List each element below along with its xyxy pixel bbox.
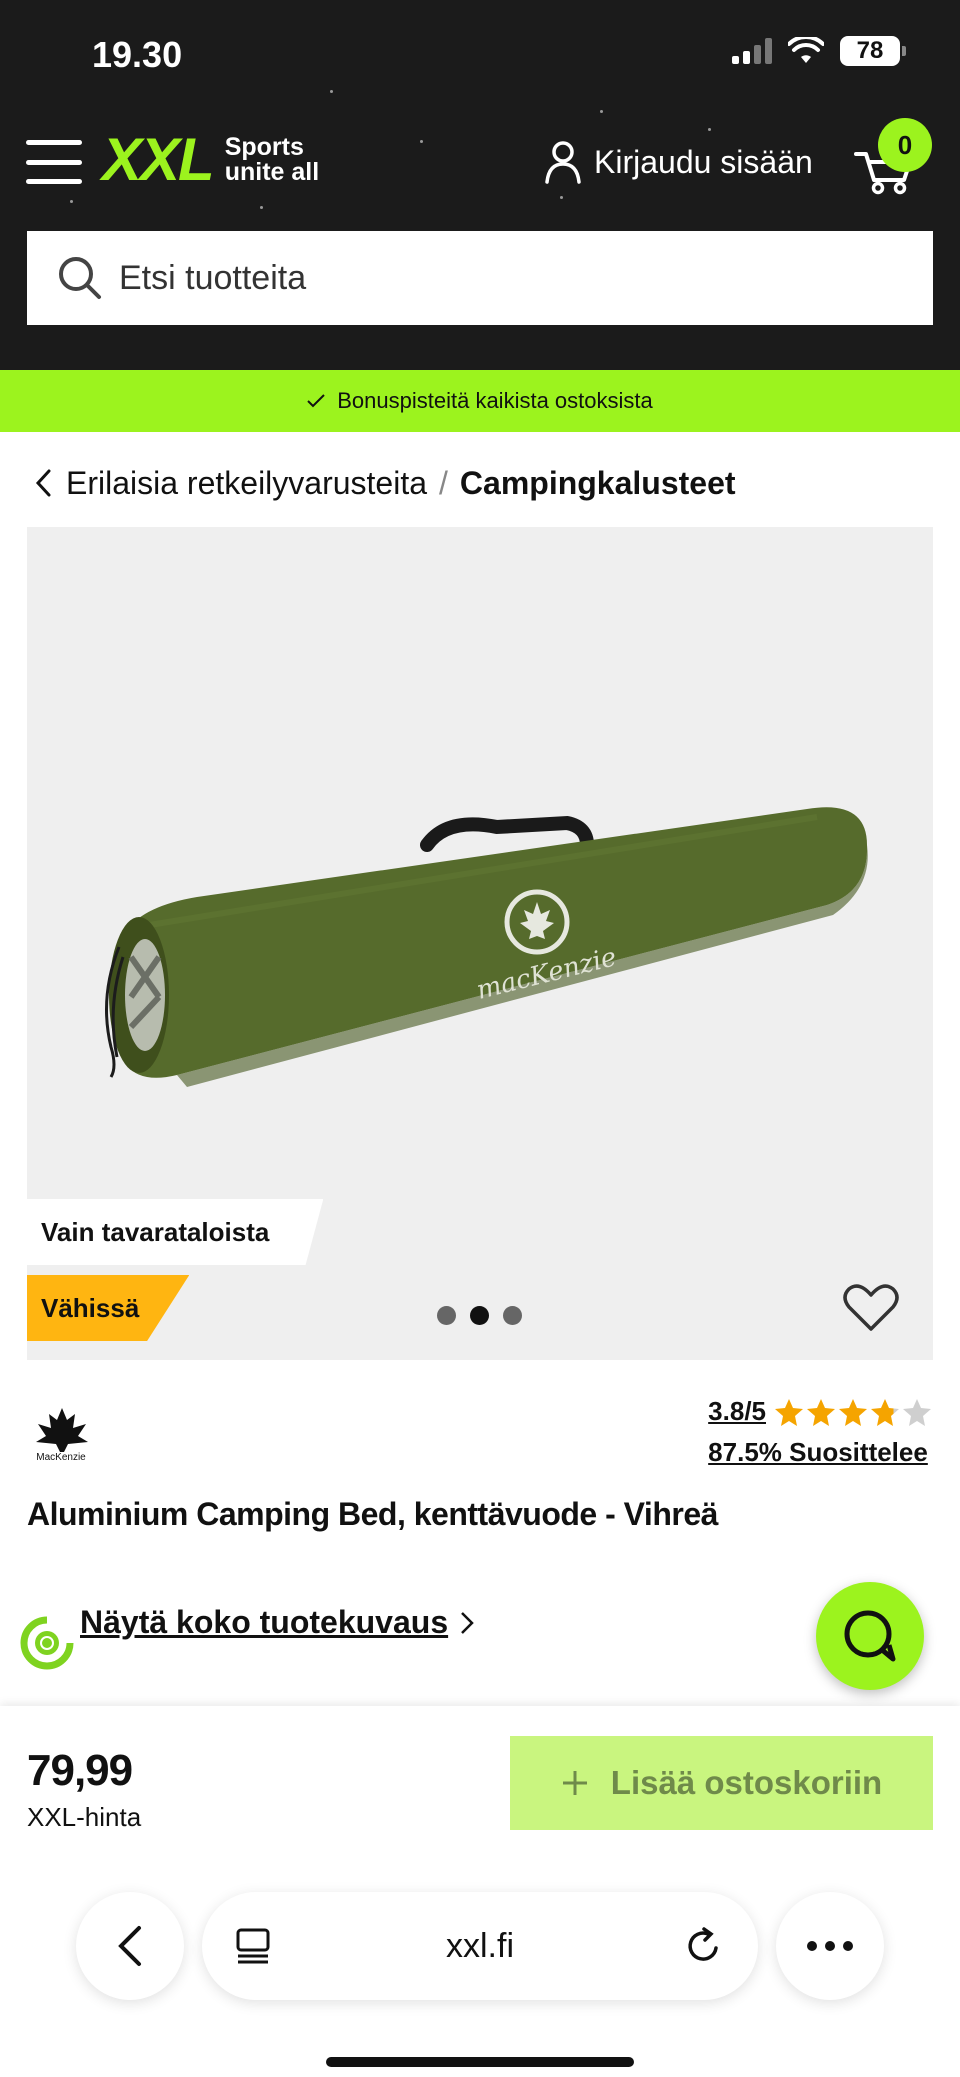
browser-back-button[interactable] — [76, 1892, 184, 2000]
logo-wordmark: XXL — [102, 126, 215, 193]
menu-icon[interactable] — [26, 140, 82, 184]
xxl-logo[interactable]: XXL Sports unite all — [102, 130, 319, 190]
status-time: 19.30 — [92, 34, 183, 75]
star-partial-icon — [871, 1398, 899, 1426]
reload-icon[interactable] — [684, 1926, 724, 1966]
back-arrow-icon — [118, 1926, 141, 1966]
favorite-heart-icon[interactable] — [843, 1283, 899, 1333]
search-placeholder: Etsi tuotteita — [119, 258, 307, 297]
nav-row: XXL Sports unite all Kirjaudu sisään — [0, 118, 960, 212]
chat-button[interactable] — [816, 1582, 924, 1690]
product-title: Aluminium Camping Bed, kenttävuode - Vih… — [27, 1496, 718, 1532]
user-icon — [545, 141, 581, 184]
gallery-dot-active[interactable] — [470, 1306, 489, 1325]
product-image-gallery[interactable]: macKenzie Vain tavarataloista Vähissä — [27, 527, 933, 1360]
search-icon — [59, 257, 101, 299]
plus-icon — [562, 1771, 587, 1795]
full-description-link[interactable]: Näytä koko tuotekuvaus — [80, 1604, 474, 1641]
breadcrumb-current[interactable]: Campingkalusteet — [460, 465, 736, 502]
decorative-star — [600, 110, 603, 113]
gallery-pagination — [437, 1306, 522, 1325]
logo-slogan: Sports unite all — [224, 133, 320, 186]
login-button[interactable]: Kirjaudu sisään — [544, 140, 813, 184]
check-icon — [307, 394, 325, 408]
more-dots-icon — [807, 1941, 853, 1951]
desc-link-label: Näytä koko tuotekuvaus — [80, 1604, 449, 1640]
url-text: xxl.fi — [446, 1926, 514, 1965]
star-icon — [775, 1398, 803, 1426]
chevron-right-icon — [461, 1611, 474, 1634]
decorative-star — [330, 90, 333, 93]
promo-banner: Bonuspisteitä kaikista ostoksista — [0, 370, 960, 432]
cart-count-badge[interactable]: 0 — [878, 118, 932, 172]
rating-score-link[interactable]: 3.8/5 — [708, 1396, 766, 1427]
brand-name: MacKenzie — [36, 1452, 86, 1463]
breadcrumb: Erilaisia retkeilyvarusteita / Campingka… — [34, 458, 736, 508]
chat-icon — [844, 1610, 896, 1662]
store-only-tag: Vain tavarataloista — [27, 1199, 324, 1265]
star-icon — [807, 1398, 835, 1426]
wifi-icon — [788, 37, 824, 63]
gallery-dot[interactable] — [503, 1306, 522, 1325]
breadcrumb-parent-link[interactable]: Erilaisia retkeilyvarusteita — [66, 465, 427, 502]
browser-more-button[interactable] — [776, 1892, 884, 2000]
product-price: 79,99 — [27, 1746, 133, 1795]
add-to-cart-label: Lisää ostoskoriin — [610, 1764, 883, 1801]
home-indicator — [326, 2057, 634, 2067]
breadcrumb-separator: / — [439, 464, 448, 501]
search-input[interactable]: Etsi tuotteita — [27, 231, 933, 325]
star-empty-icon — [903, 1398, 931, 1426]
promo-text: Bonuspisteitä kaikista ostoksista — [337, 388, 653, 413]
address-bar[interactable]: xxl.fi — [202, 1892, 758, 2000]
gallery-dot[interactable] — [437, 1306, 456, 1325]
battery-indicator: 78 — [840, 36, 906, 66]
price-label: XXL-hinta — [27, 1802, 142, 1832]
recycle-badge-icon[interactable] — [14, 1610, 80, 1676]
site-header: 19.30 78 XXL Sports unite all Kirjaudu s… — [0, 0, 960, 370]
login-label: Kirjaudu sisään — [594, 143, 813, 180]
product-rating: 3.8/5 87.5% Suosittelee — [708, 1396, 932, 1468]
rating-stars — [774, 1397, 932, 1427]
signal-icon — [732, 38, 772, 64]
chevron-left-icon[interactable] — [34, 468, 54, 498]
sticky-purchase-bar: 79,99 XXL-hinta Lisää ostoskoriin xxl.fi — [0, 1706, 960, 2077]
add-to-cart-button[interactable]: Lisää ostoskoriin — [510, 1736, 933, 1830]
star-icon — [839, 1398, 867, 1426]
recommend-link[interactable]: 87.5% Suosittelee — [708, 1437, 932, 1468]
status-icons: 78 — [732, 36, 906, 66]
browser-toolbar: xxl.fi — [0, 1892, 960, 2002]
